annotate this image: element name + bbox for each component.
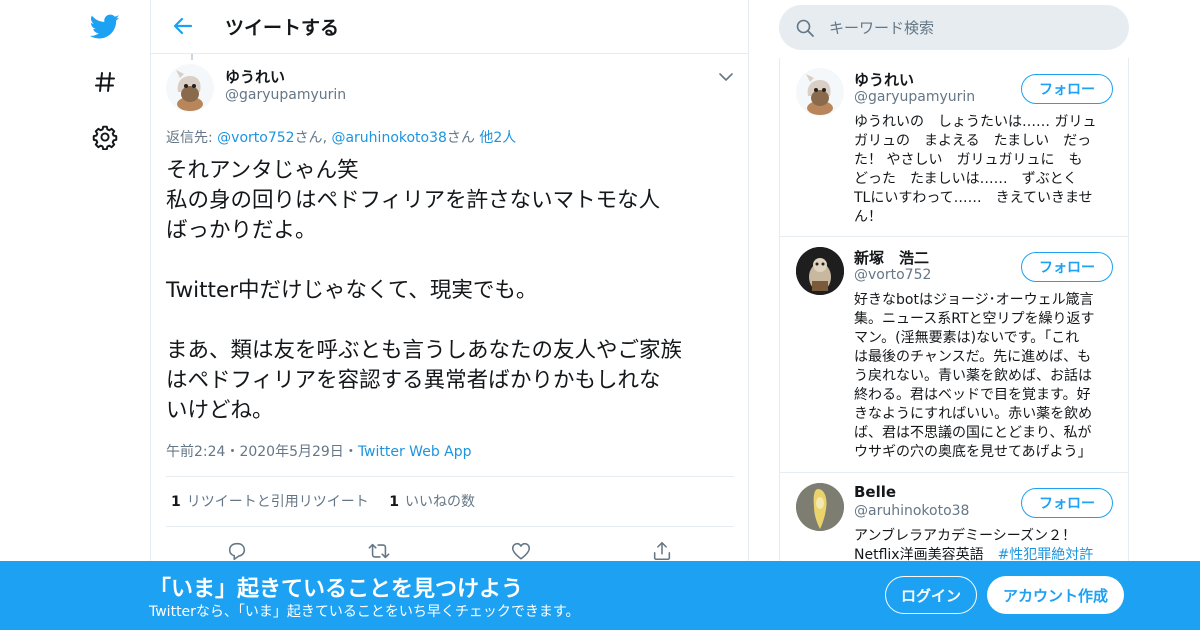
user-bio-line: た！ やさしい ガリュガリュに も bbox=[854, 152, 1083, 168]
back-button[interactable] bbox=[169, 12, 197, 40]
twitter-logo-icon[interactable] bbox=[88, 10, 122, 44]
signup-banner: 「いま」起きていることを見つけよう Twitterなら、「いま」起きていることを… bbox=[0, 561, 1200, 630]
user-bio-line: ん！ bbox=[854, 209, 882, 225]
user-card[interactable]: 新塚 浩二 @vorto752 フォロー 好きなbotはジョージ･オーウェル箴言… bbox=[780, 237, 1128, 473]
user-bio-line: マン。(淫無要素は)ないです。「これ bbox=[854, 330, 1080, 346]
user-name[interactable]: ゆうれい bbox=[854, 69, 914, 90]
user-avatar[interactable] bbox=[796, 247, 844, 295]
like-count: 1 bbox=[389, 494, 399, 510]
reply-user-link[interactable]: @aruhinokoto38 bbox=[331, 130, 446, 146]
user-bio: 好きなbotはジョージ･オーウェル箴言 集。ニュース系RTと空リプを繰り返す マ… bbox=[854, 291, 1116, 462]
retweet-count: 1 bbox=[171, 494, 181, 510]
tweet-text-line: ばっかりだよ。 bbox=[166, 218, 317, 243]
user-bio-line: ウサギの穴の奥底を見せてあげよう」 bbox=[854, 444, 1092, 460]
user-card[interactable]: ゆうれい @garyupamyurin フォロー ゆうれいの しょうたいは…… … bbox=[780, 58, 1128, 237]
main-column: ツイートする ゆうれい @garyupamyurin 返信先: @vorto75… bbox=[150, 0, 749, 630]
page-title: ツイートする bbox=[225, 17, 340, 39]
tweet-text-line: いけどね。 bbox=[166, 398, 274, 423]
reply-san: さん bbox=[294, 130, 323, 146]
banner-subtitle: Twitterなら、「いま」起きていることをいち早くチェックできます。 bbox=[149, 604, 580, 620]
thread-line bbox=[191, 54, 193, 60]
chevron-down-icon[interactable] bbox=[717, 68, 735, 86]
login-button[interactable]: ログイン bbox=[885, 576, 977, 614]
user-bio-line: 集。ニュース系RTと空リプを繰り返す bbox=[854, 311, 1095, 327]
signup-button[interactable]: アカウント作成 bbox=[987, 576, 1124, 614]
tweet-text-line: はペドフィリアを容認する異常者ばかりかもしれな bbox=[166, 368, 661, 393]
user-bio-line: ば、君は不思議の国にとどまり、私が bbox=[854, 425, 1092, 441]
user-bio-line: TLにいすわって…… きえていきませ bbox=[854, 190, 1093, 206]
author-handle[interactable]: @garyupamyurin bbox=[225, 87, 346, 103]
tweet-source[interactable]: Twitter Web App bbox=[358, 444, 472, 460]
header: ツイートする bbox=[151, 0, 749, 54]
like-label: いいねの数 bbox=[404, 494, 475, 510]
left-nav bbox=[0, 0, 150, 630]
user-bio-line: は最後のチャンスだ。先に進めば、も bbox=[854, 349, 1092, 365]
author-avatar[interactable] bbox=[166, 64, 214, 112]
search-icon bbox=[795, 18, 815, 38]
follow-button[interactable]: フォロー bbox=[1021, 488, 1113, 518]
user-bio: ゆうれいの しょうたいは…… ガリュ ガリュの まよえる たましい だっ た！ … bbox=[854, 113, 1116, 227]
tweet-time[interactable]: 午前2:24 bbox=[166, 444, 225, 460]
tweet-text-line: まあ、類は友を呼ぶとも言うしあなたの友人やご家族 bbox=[166, 338, 683, 363]
meta-dot: ・ bbox=[343, 444, 358, 460]
banner-title: 「いま」起きていることを見つけよう bbox=[149, 577, 524, 602]
reply-prefix: 返信先: bbox=[166, 130, 218, 146]
user-bio-line: アンブレラアカデミーシーズン２！ bbox=[854, 528, 1077, 544]
user-bio-line: ゆうれいの しょうたいは…… ガリュ bbox=[854, 114, 1097, 130]
search-box[interactable] bbox=[779, 5, 1129, 50]
reply-others-link[interactable]: 他2人 bbox=[479, 130, 516, 146]
user-bio-line: きなようにすればいい。赤い薬を飲め bbox=[854, 406, 1093, 422]
user-bio-line: う戻れない。青い薬を飲めば、お話は bbox=[854, 368, 1092, 384]
follow-button[interactable]: フォロー bbox=[1021, 74, 1113, 104]
tweet-stats: 1 リツイートと引用リツイート 1 いいねの数 bbox=[171, 491, 475, 511]
user-handle[interactable]: @aruhinokoto38 bbox=[854, 503, 969, 519]
share-icon[interactable] bbox=[651, 540, 673, 562]
tweet-text-line bbox=[166, 306, 742, 336]
tweet-text-line bbox=[166, 246, 742, 276]
reply-user-link[interactable]: @vorto752 bbox=[217, 130, 294, 146]
like-icon[interactable] bbox=[510, 540, 532, 562]
retweet-label: リツイートと引用リツイート bbox=[186, 494, 369, 510]
like-stat[interactable]: 1 いいねの数 bbox=[389, 494, 475, 510]
user-bio-line: 好きなbotはジョージ･オーウェル箴言 bbox=[854, 292, 1094, 308]
user-list: ゆうれい @garyupamyurin フォロー ゆうれいの しょうたいは…… … bbox=[779, 58, 1129, 630]
reply-san: さん bbox=[446, 130, 475, 146]
user-bio-line: 終わる。君はベッドで目を覚ます。好 bbox=[854, 387, 1091, 403]
tweet-text-line: Twitter中だけじゃなくて、現実でも。 bbox=[166, 278, 538, 303]
gear-icon[interactable] bbox=[88, 120, 122, 154]
arrow-left-icon bbox=[173, 17, 193, 35]
retweet-icon[interactable] bbox=[367, 540, 390, 562]
reply-to-line: 返信先: @vorto752さん, @aruhinokoto38さん 他2人 bbox=[166, 127, 516, 147]
reply-icon[interactable] bbox=[226, 540, 248, 562]
retweet-stat[interactable]: 1 リツイートと引用リツイート bbox=[171, 494, 369, 510]
user-bio-line: どった たましいは…… ずぶとく bbox=[854, 171, 1078, 187]
user-name[interactable]: Belle bbox=[854, 483, 896, 501]
user-handle[interactable]: @vorto752 bbox=[854, 267, 931, 283]
divider bbox=[166, 526, 734, 527]
author-name[interactable]: ゆうれい bbox=[225, 66, 285, 87]
user-bio-line: ガリュの まよえる たましい だっ bbox=[854, 133, 1092, 149]
hashtag-icon[interactable] bbox=[88, 65, 122, 99]
tweet-date[interactable]: 2020年5月29日 bbox=[239, 444, 343, 460]
tweet-text-line: 私の身の回りはペドフィリアを許さないマトモな人 bbox=[166, 188, 661, 213]
divider bbox=[166, 476, 734, 477]
user-name[interactable]: 新塚 浩二 bbox=[854, 247, 929, 268]
follow-button[interactable]: フォロー bbox=[1021, 252, 1113, 282]
search-input[interactable] bbox=[829, 5, 1109, 50]
user-avatar[interactable] bbox=[796, 68, 844, 116]
meta-dot: ・ bbox=[225, 444, 240, 460]
user-handle[interactable]: @garyupamyurin bbox=[854, 89, 975, 105]
tweet-meta: 午前2:24・2020年5月29日・Twitter Web App bbox=[166, 441, 472, 461]
user-bio: アンブレラアカデミーシーズン２！ Netflix洋画美容英語 #性犯罪絶対許 bbox=[854, 527, 1116, 565]
tweet-text: それアンタじゃん笑 私の身の回りはペドフィリアを許さないマトモな人 ばっかりだよ… bbox=[166, 156, 742, 426]
tweet-text-line: それアンタじゃん笑 bbox=[166, 158, 359, 183]
user-avatar[interactable] bbox=[796, 483, 844, 531]
